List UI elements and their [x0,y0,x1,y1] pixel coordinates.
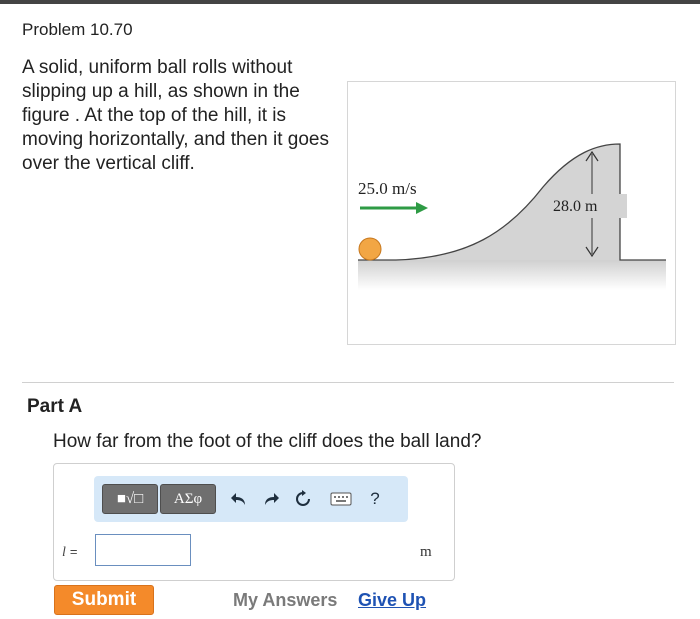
answer-input[interactable] [95,534,191,566]
reset-icon[interactable] [292,488,314,510]
top-bar [0,0,700,4]
give-up-link[interactable]: Give Up [358,590,426,611]
hill-diagram: 25.0 m/s 28.0 m [358,143,666,290]
answer-unit: m [420,544,432,560]
ball [358,237,382,261]
speed-label: 25.0 m/s [358,179,417,198]
keyboard-icon[interactable] [330,488,352,510]
answer-box: ■√□ ΑΣφ ? l = m [53,463,455,581]
problem-figure: 25.0 m/s 28.0 m [347,81,676,345]
question-text: How far from the foot of the cliff does … [53,431,482,452]
answer-variable-label: l = [62,544,77,561]
answer-equals: = [69,544,78,559]
undo-icon[interactable] [228,488,250,510]
symbols-button[interactable]: ΑΣφ [160,484,216,514]
answer-variable: l [62,545,66,560]
help-button[interactable]: ? [364,488,386,510]
submit-button[interactable]: Submit [54,585,154,615]
my-answers-label: My Answers [233,590,338,610]
height-label: 28.0 m [553,198,598,215]
templates-button[interactable]: ■√□ [102,484,158,514]
math-toolbar: ■√□ ΑΣφ ? [94,476,408,522]
problem-statement-text: A solid, uniform ball rolls without slip… [22,57,329,174]
velocity-arrow-head [416,202,428,214]
redo-icon[interactable] [260,488,282,510]
ground-shadow [358,260,666,290]
section-divider [22,382,674,383]
problem-title: Problem 10.70 [22,20,133,39]
part-title: Part A [27,396,83,417]
